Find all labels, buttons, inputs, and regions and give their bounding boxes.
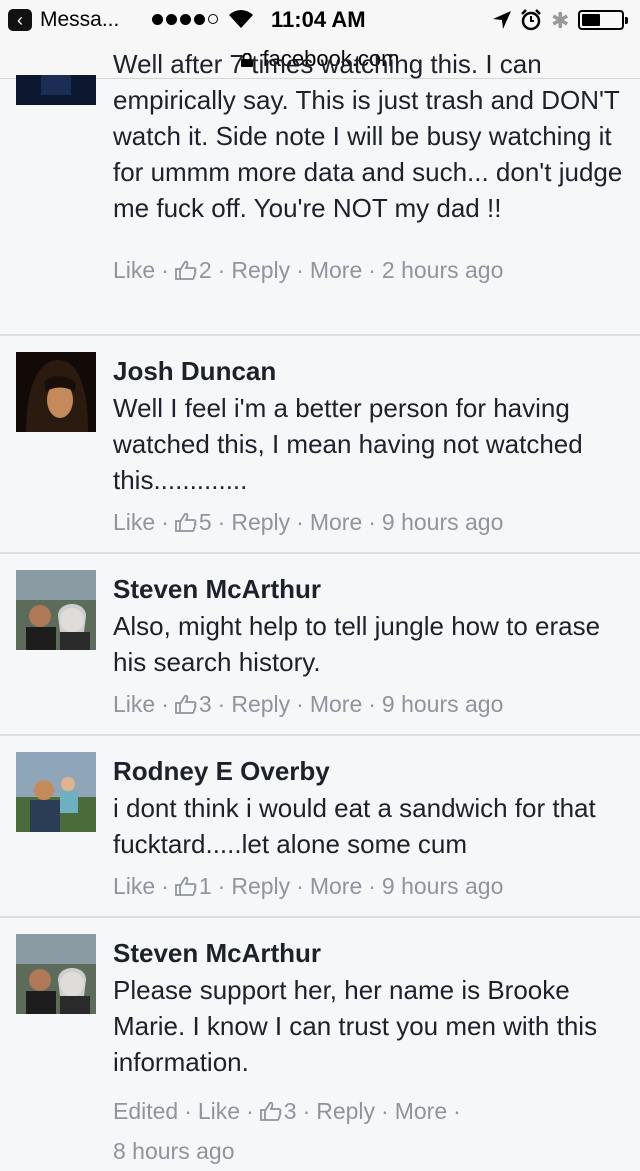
comment-time: 2 hours ago — [381, 257, 504, 283]
avatar[interactable] — [16, 752, 96, 832]
thumbs-up-icon — [174, 694, 197, 714]
commenter-name[interactable]: Josh Duncan — [113, 356, 276, 387]
reply-button[interactable]: Reply — [231, 691, 290, 717]
avatar[interactable] — [16, 75, 96, 105]
more-button[interactable]: More — [310, 257, 362, 283]
like-count: 3 — [198, 691, 212, 717]
avatar[interactable] — [16, 352, 96, 432]
comment-item: Steven McArthur Also, might help to tell… — [0, 554, 640, 736]
like-count: 3 — [283, 1098, 297, 1124]
comment-item: Rodney E Overby i dont think i would eat… — [0, 736, 640, 918]
more-button[interactable]: More — [310, 873, 362, 899]
reply-button[interactable]: Reply — [231, 509, 290, 535]
like-button[interactable]: Like — [113, 509, 155, 535]
thumbs-up-icon — [174, 260, 197, 280]
comment-item: Steven McArthur Please support her, her … — [0, 918, 640, 1164]
comment-time: 9 hours ago — [381, 873, 504, 899]
comment-text: i dont think i would eat a sandwich for … — [113, 793, 596, 859]
comment-actions: Like · 3 · Reply · More · 9 hours ago — [113, 691, 504, 717]
thumbs-up-icon — [174, 876, 197, 896]
like-count: 2 — [198, 257, 212, 283]
comment-text: Also, might help to tell jungle how to e… — [113, 611, 601, 677]
like-button[interactable]: Like — [113, 257, 155, 283]
like-button[interactable]: Like — [198, 1098, 240, 1124]
comment-time: 8 hours ago — [113, 1138, 235, 1164]
reply-button[interactable]: Reply — [231, 257, 290, 283]
reply-button[interactable]: Reply — [231, 873, 290, 899]
comment-actions: Edited · Like · 3 · Reply · More · 8 hours ago — [113, 1098, 461, 1164]
commenter-name[interactable]: Steven McArthur — [113, 938, 321, 969]
comment-text: Well after 7 times watching this. I can … — [113, 49, 623, 223]
more-button[interactable]: More — [310, 509, 362, 535]
like-count: 1 — [198, 873, 212, 899]
comment-item: Josh Duncan Well I feel i'm a better per… — [0, 336, 640, 554]
comment-actions: Like · 5 · Reply · More · 9 hours ago — [113, 509, 504, 535]
avatar[interactable] — [16, 934, 96, 1014]
avatar[interactable] — [16, 570, 96, 650]
like-button[interactable]: Like — [113, 691, 155, 717]
comment-actions: Like · 2 · Reply · More · 2 hours ago — [113, 257, 504, 283]
thumbs-up-icon — [259, 1101, 282, 1121]
more-button[interactable]: More — [395, 1098, 447, 1124]
commenter-name[interactable]: Rodney E Overby — [113, 756, 330, 787]
reply-button[interactable]: Reply — [316, 1098, 375, 1124]
thumbs-up-icon — [174, 512, 197, 532]
comment-text: Please support her, her name is Brooke M… — [113, 975, 598, 1077]
comment-text: Well I feel i'm a better person for havi… — [113, 393, 583, 495]
more-button[interactable]: More — [310, 691, 362, 717]
commenter-name[interactable]: Steven McArthur — [113, 574, 321, 605]
comment-time: 9 hours ago — [381, 691, 504, 717]
comment-item: Well after 7 times watching this. I can … — [0, 0, 640, 336]
like-button[interactable]: Like — [113, 873, 155, 899]
comment-actions: Like · 1 · Reply · More · 9 hours ago — [113, 873, 504, 899]
comment-time: 9 hours ago — [381, 509, 504, 535]
edited-label[interactable]: Edited — [113, 1098, 178, 1124]
like-count: 5 — [198, 509, 212, 535]
